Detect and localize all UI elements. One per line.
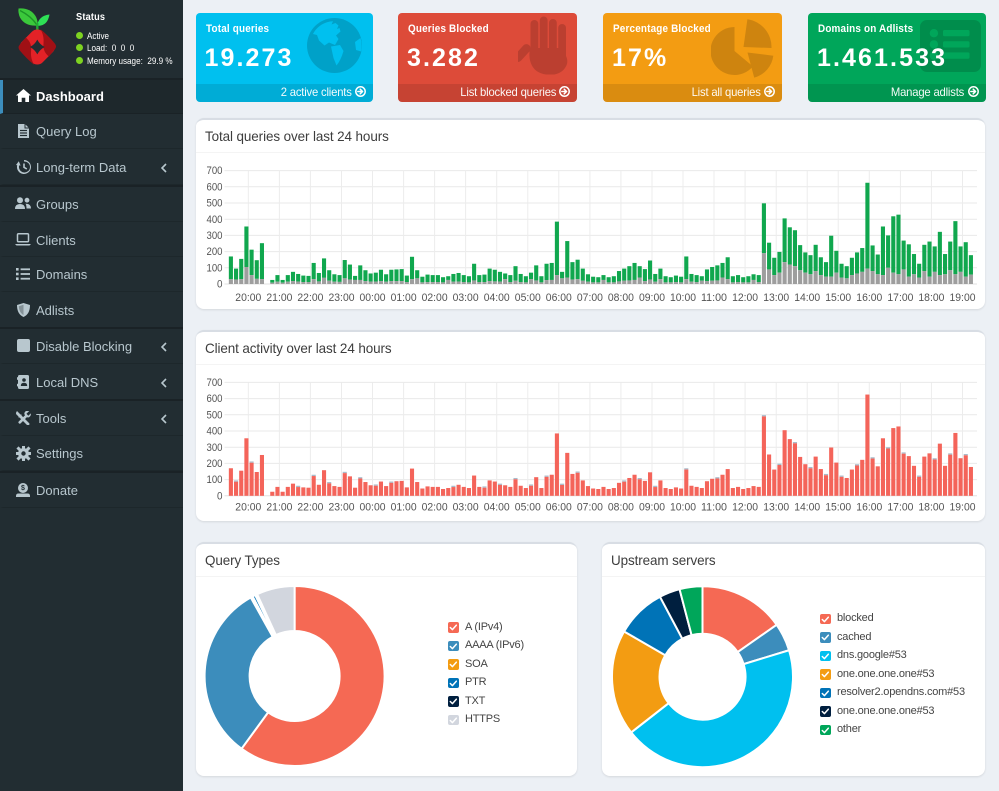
svg-text:12:00: 12:00 [732,292,758,304]
svg-text:300: 300 [207,230,223,242]
svg-text:11:00: 11:00 [701,502,727,514]
svg-text:06:00: 06:00 [546,502,572,514]
svg-text:500: 500 [207,409,223,421]
svg-text:300: 300 [207,442,223,454]
svg-text:06:00: 06:00 [546,292,572,304]
svg-text:20:00: 20:00 [235,502,261,514]
svg-text:400: 400 [207,426,223,438]
svg-text:02:00: 02:00 [422,292,448,304]
svg-text:10:00: 10:00 [670,502,696,514]
svg-text:23:00: 23:00 [329,502,355,514]
svg-text:0: 0 [217,490,223,502]
svg-text:00:00: 00:00 [360,292,386,304]
svg-text:01:00: 01:00 [391,502,417,514]
svg-text:21:00: 21:00 [266,292,292,304]
svg-text:03:00: 03:00 [453,292,479,304]
svg-text:09:00: 09:00 [639,292,665,304]
svg-text:17:00: 17:00 [887,502,913,514]
svg-text:08:00: 08:00 [608,502,634,514]
svg-text:200: 200 [207,246,223,258]
svg-text:15:00: 15:00 [825,502,851,514]
svg-text:22:00: 22:00 [297,502,323,514]
svg-text:400: 400 [207,214,223,226]
svg-text:0: 0 [217,279,223,291]
svg-text:10:00: 10:00 [670,292,696,304]
svg-text:19:00: 19:00 [950,292,976,304]
svg-text:08:00: 08:00 [608,292,634,304]
svg-text:11:00: 11:00 [701,292,727,304]
svg-text:00:00: 00:00 [360,502,386,514]
svg-text:500: 500 [207,198,223,210]
svg-text:200: 200 [207,458,223,470]
svg-text:700: 700 [207,377,223,389]
svg-text:$: $ [21,485,25,492]
svg-text:21:00: 21:00 [266,502,292,514]
svg-text:18:00: 18:00 [918,292,944,304]
svg-text:16:00: 16:00 [856,502,882,514]
svg-text:03:00: 03:00 [453,502,479,514]
svg-text:16:00: 16:00 [856,292,882,304]
svg-text:04:00: 04:00 [484,502,510,514]
svg-text:17:00: 17:00 [887,292,913,304]
svg-text:23:00: 23:00 [329,292,355,304]
svg-text:22:00: 22:00 [297,292,323,304]
svg-text:05:00: 05:00 [515,292,541,304]
svg-text:20:00: 20:00 [235,292,261,304]
svg-text:01:00: 01:00 [391,292,417,304]
svg-text:02:00: 02:00 [422,502,448,514]
svg-text:13:00: 13:00 [763,502,789,514]
svg-text:04:00: 04:00 [484,292,510,304]
svg-text:18:00: 18:00 [918,502,944,514]
svg-text:14:00: 14:00 [794,502,820,514]
svg-text:100: 100 [207,262,223,274]
svg-text:700: 700 [207,165,223,177]
svg-text:600: 600 [207,393,223,405]
svg-text:100: 100 [207,474,223,486]
svg-text:05:00: 05:00 [515,502,541,514]
svg-text:07:00: 07:00 [577,292,603,304]
svg-text:12:00: 12:00 [732,502,758,514]
svg-text:15:00: 15:00 [825,292,851,304]
svg-text:600: 600 [207,181,223,193]
svg-text:19:00: 19:00 [950,502,976,514]
svg-text:07:00: 07:00 [577,502,603,514]
svg-text:09:00: 09:00 [639,502,665,514]
svg-text:13:00: 13:00 [763,292,789,304]
svg-text:14:00: 14:00 [794,292,820,304]
